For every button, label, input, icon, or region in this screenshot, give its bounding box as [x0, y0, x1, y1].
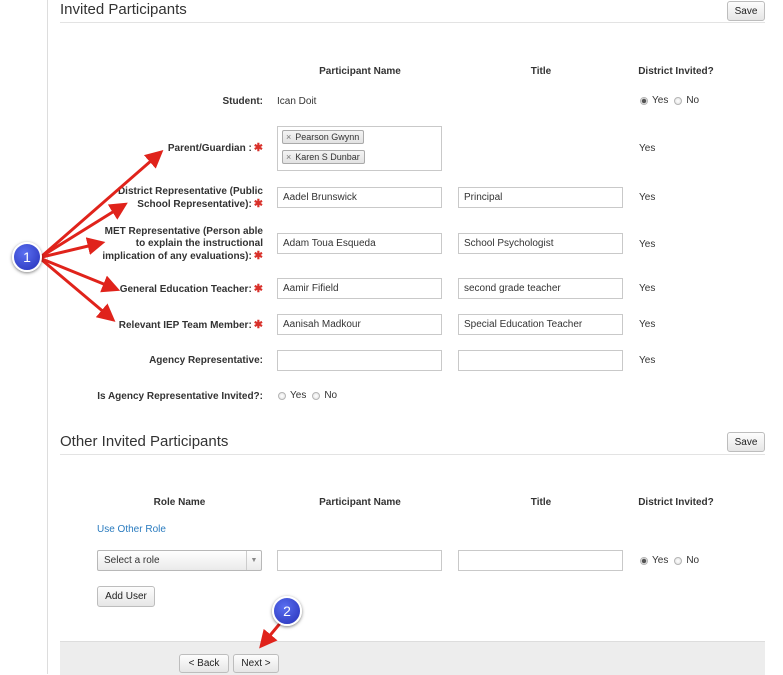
agency-rep-label: Agency Representative: [149, 355, 263, 367]
other-section-divider [60, 454, 765, 455]
role-select[interactable]: Select a role ▼ [97, 550, 262, 571]
other-save-button[interactable]: Save [727, 432, 765, 452]
arrow-to-gen-ed-teacher [40, 257, 121, 293]
label-line: MET Representative (Person able [104, 226, 263, 237]
add-user-button[interactable]: Add User [97, 586, 155, 607]
required-asterisk-icon: ✱ [253, 283, 263, 295]
agency-invited-label: Is Agency Representative Invited?: [97, 391, 263, 402]
other-title-input[interactable] [458, 550, 623, 571]
agency-rep-name-input[interactable] [277, 350, 442, 371]
gen-ed-teacher-title-input[interactable]: second grade teacher [458, 278, 623, 299]
agency-rep-title-input[interactable] [458, 350, 623, 371]
district-rep-label: District Representative (Public School R… [118, 186, 263, 211]
student-invited-yes-radio[interactable] [640, 96, 648, 105]
header-district-invited: District Invited? [638, 66, 714, 77]
parent-tag-label: Karen S Dunbar [295, 152, 360, 162]
next-button[interactable]: Next > [233, 654, 279, 673]
label-line: District Representative (Public [117, 186, 263, 197]
content-left-border [47, 0, 48, 674]
gen-ed-teacher-label: General Education Teacher: ✱ [120, 283, 263, 296]
label-line: Agency Representative: [149, 355, 263, 366]
district-rep-invited-value: Yes [639, 192, 656, 203]
student-name: Ican Doit [277, 96, 317, 107]
wizard-footer [60, 641, 765, 675]
parent-guardian-label-text: Parent/Guardian : [167, 143, 252, 154]
required-asterisk-icon: ✱ [253, 250, 263, 262]
arrow-to-iep-member [40, 258, 116, 322]
iep-member-label: Relevant IEP Team Member: ✱ [119, 319, 263, 332]
invited-participants-title: Invited Participants [60, 1, 187, 18]
arrow-to-met-rep [40, 237, 106, 259]
use-other-role-link[interactable]: Use Other Role [97, 524, 166, 535]
agency-invited-yes-label: Yes [290, 390, 307, 401]
label-line: School Representative): [137, 199, 252, 210]
callout-badge-2: 2 [272, 596, 302, 626]
label-line: Relevant IEP Team Member: [118, 320, 252, 331]
header-participant-name: Participant Name [319, 497, 401, 508]
other-participant-name-input[interactable] [277, 550, 442, 571]
district-rep-title-input[interactable]: Principal [458, 187, 623, 208]
iep-member-name-input[interactable]: Aanisah Madkour [277, 314, 442, 335]
student-invited-no-label: No [686, 95, 700, 106]
agency-invited-no-label: No [324, 390, 338, 401]
met-rep-name-input[interactable]: Adam Toua Esqueda [277, 233, 442, 254]
student-invited-radio-group: Yes No [640, 95, 705, 106]
agency-invited-yes-radio[interactable] [278, 391, 286, 400]
iep-member-invited-value: Yes [639, 319, 656, 330]
role-select-value: Select a role [104, 555, 160, 566]
header-participant-name: Participant Name [319, 66, 401, 77]
met-rep-title-input[interactable]: School Psychologist [458, 233, 623, 254]
label-line: implication of any evaluations): [102, 251, 252, 262]
iep-member-title-input[interactable]: Special Education Teacher [458, 314, 623, 335]
invited-save-button[interactable]: Save [727, 1, 765, 21]
met-rep-invited-value: Yes [639, 239, 656, 250]
label-line: to explain the instructional [135, 238, 263, 249]
other-invited-yes-label: Yes [652, 555, 669, 566]
invited-section-divider [60, 22, 765, 23]
parent-invited-value: Yes [639, 143, 656, 154]
parent-tag-label: Pearson Gwynn [295, 132, 360, 142]
header-district-invited: District Invited? [638, 497, 714, 508]
parent-guardian-label: Parent/Guardian : ✱ [168, 142, 263, 155]
remove-tag-icon[interactable]: × [286, 132, 291, 142]
agency-invited-radio-group: Yes No [278, 390, 343, 401]
other-participants-title: Other Invited Participants [60, 433, 229, 450]
parent-guardian-tag-input[interactable]: × Pearson Gwynn × Karen S Dunbar [277, 126, 442, 171]
remove-tag-icon[interactable]: × [286, 152, 291, 162]
callout-badge-1: 1 [12, 242, 42, 272]
student-invited-yes-label: Yes [652, 95, 669, 106]
label-line: General Education Teacher: [119, 284, 252, 295]
other-invited-no-radio[interactable] [674, 556, 683, 565]
agency-invited-no-radio[interactable] [312, 391, 321, 400]
header-role-name: Role Name [153, 497, 206, 508]
district-rep-name-input[interactable]: Aadel Brunswick [277, 187, 442, 208]
other-invited-no-label: No [686, 555, 700, 566]
required-asterisk-icon: ✱ [253, 142, 263, 154]
parent-tag: × Pearson Gwynn [282, 130, 365, 144]
parent-tag: × Karen S Dunbar [282, 150, 365, 164]
chevron-down-icon: ▼ [246, 551, 261, 570]
student-invited-no-radio[interactable] [674, 96, 683, 105]
gen-ed-teacher-invited-value: Yes [639, 283, 656, 294]
header-title: Title [530, 66, 552, 77]
other-invited-yes-radio[interactable] [640, 556, 648, 565]
student-label: Student: [222, 96, 263, 107]
required-asterisk-icon: ✱ [253, 198, 263, 210]
header-title: Title [530, 497, 552, 508]
back-button[interactable]: < Back [179, 654, 229, 673]
agency-rep-invited-value: Yes [639, 355, 656, 366]
required-asterisk-icon: ✱ [253, 319, 263, 331]
gen-ed-teacher-name-input[interactable]: Aamir Fifield [277, 278, 442, 299]
other-invited-radio-group: Yes No [640, 555, 705, 566]
met-rep-label: MET Representative (Person able to expla… [102, 226, 263, 263]
